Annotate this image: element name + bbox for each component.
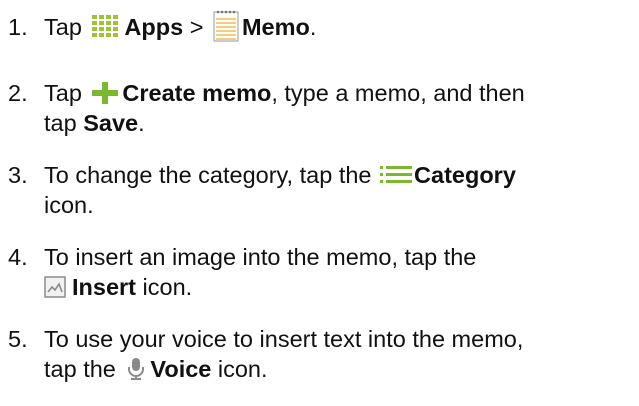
step-text: To insert an image into the memo, tap th… <box>44 244 477 270</box>
step-text: tap <box>44 110 77 136</box>
plus-icon <box>91 81 119 105</box>
step-text: To use your voice to insert text into th… <box>44 326 524 352</box>
insert-label: Insert <box>72 274 136 300</box>
step-text: tap the <box>44 356 116 382</box>
step-number: 4. <box>8 244 28 270</box>
separator: > <box>189 14 204 40</box>
category-list-icon <box>380 164 413 186</box>
apps-label: Apps <box>124 14 184 40</box>
step-number: 3. <box>8 162 28 188</box>
step-number: 1. <box>8 14 28 40</box>
step-text: , type a memo, and then <box>271 80 525 106</box>
step-text: icon. <box>142 274 193 300</box>
step-text: Tap <box>44 80 82 106</box>
step-text: icon. <box>217 356 268 382</box>
memo-notepad-icon <box>213 10 239 42</box>
step-text: Tap <box>44 14 82 40</box>
memo-label: Memo <box>241 14 310 40</box>
voice-label: Voice <box>150 356 212 382</box>
step-number: 5. <box>8 326 28 352</box>
period: . <box>309 14 317 40</box>
insert-image-icon <box>44 276 66 298</box>
period: . <box>138 110 145 136</box>
apps-grid-icon <box>91 14 121 40</box>
save-label: Save <box>83 110 139 136</box>
memo-instructions: 1. Tap Apps > Memo. 2. Tap Create memo, … <box>0 0 639 406</box>
step-text: icon. <box>44 192 94 218</box>
step-number: 2. <box>8 80 28 106</box>
microphone-icon <box>126 357 146 381</box>
step-text: To change the category, tap the <box>44 162 372 188</box>
category-label: Category <box>414 162 516 188</box>
create-memo-label: Create memo <box>122 80 272 106</box>
